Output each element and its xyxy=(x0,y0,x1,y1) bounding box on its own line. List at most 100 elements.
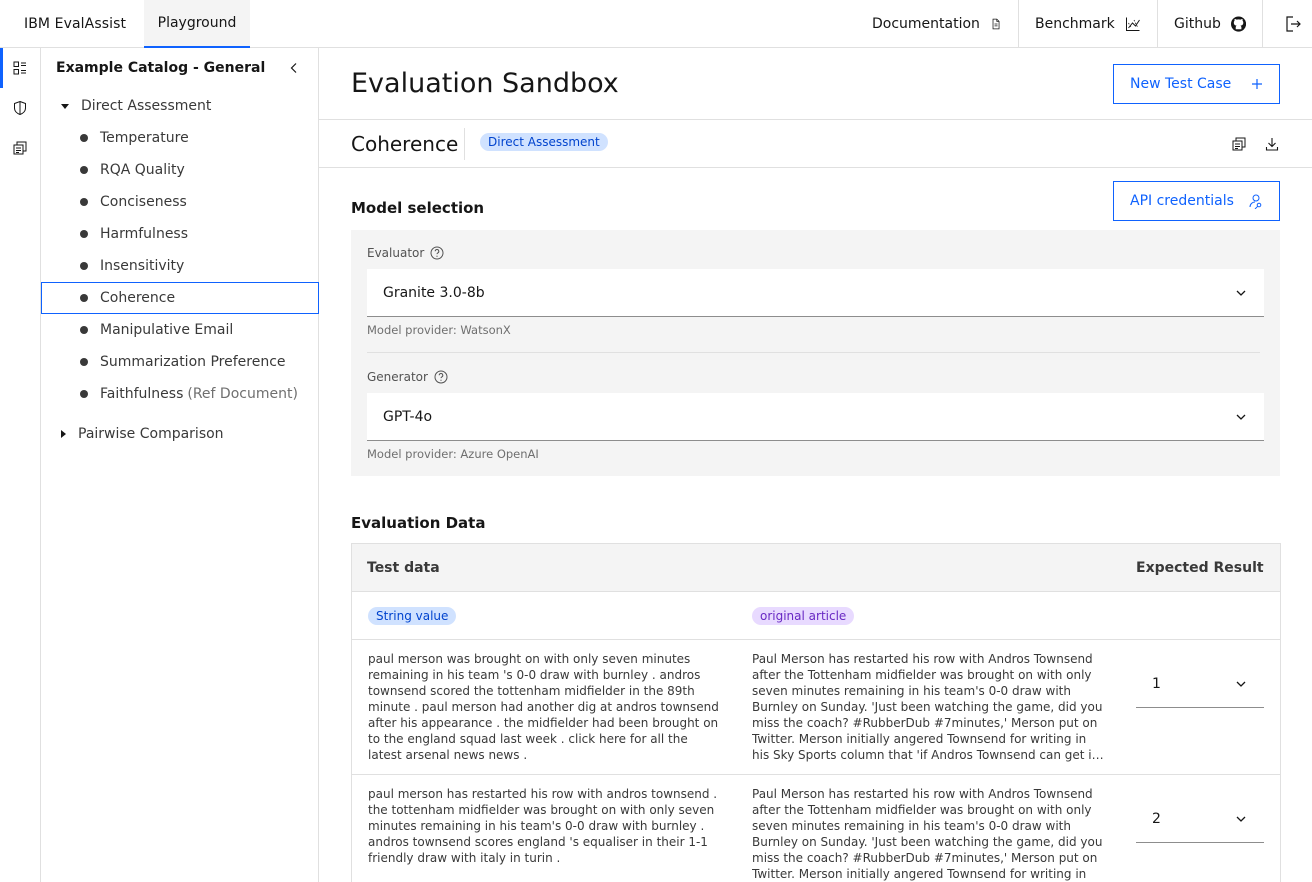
document-icon xyxy=(992,18,1000,30)
bullet-icon xyxy=(80,166,88,174)
catalog-item-label: Faithfulness xyxy=(100,386,184,402)
rail-catalog-button[interactable] xyxy=(0,48,40,88)
main-content: Evaluation Sandbox New Test Case Coheren… xyxy=(319,48,1312,882)
generator-label: Generator xyxy=(367,370,448,384)
group-label: Pairwise Comparison xyxy=(78,426,224,442)
caret-right-icon xyxy=(61,430,66,438)
response-cell[interactable]: paul merson was brought on with only sev… xyxy=(368,651,720,763)
evaluator-value: Granite 3.0-8b xyxy=(383,284,485,301)
divider xyxy=(319,119,1312,120)
table-row: paul merson was brought on with only sev… xyxy=(352,640,1280,775)
catalog-item-faithfulness[interactable]: Faithfulness (Ref Document) xyxy=(41,378,319,410)
variable-tag-article[interactable]: original article xyxy=(752,607,855,625)
bullet-icon xyxy=(80,358,88,366)
help-icon[interactable] xyxy=(434,370,448,384)
response-cell[interactable]: paul merson has restarted his row with a… xyxy=(368,786,720,866)
catalog-title: Example Catalog - General xyxy=(56,60,266,76)
evaluator-label: Evaluator xyxy=(367,246,444,260)
group-label: Direct Assessment xyxy=(81,98,212,114)
api-credentials-button[interactable]: API credentials xyxy=(1113,181,1280,221)
catalog-item-rqa-quality[interactable]: RQA Quality xyxy=(41,154,319,186)
table-row-variables: String value original article xyxy=(352,592,1280,640)
catalog-item-label: Temperature xyxy=(100,130,189,146)
github-icon xyxy=(1230,16,1246,32)
generator-select[interactable]: GPT-4o xyxy=(367,393,1264,441)
tab-playground[interactable]: Playground xyxy=(144,0,250,48)
catalog-item-insensitivity[interactable]: Insensitivity xyxy=(41,250,319,282)
divider xyxy=(319,167,1312,168)
model-selection-title: Model selection xyxy=(351,199,485,217)
new-test-case-button[interactable]: New Test Case xyxy=(1113,64,1280,104)
top-header: IBM EvalAssist Playground Documentation … xyxy=(0,0,1312,48)
documentation-label: Documentation xyxy=(872,16,980,32)
chart-line-icon xyxy=(1125,17,1140,31)
chevron-down-icon xyxy=(1236,681,1246,687)
generator-value: GPT-4o xyxy=(383,408,433,425)
table-header: Test data Expected Result xyxy=(352,544,1280,592)
caret-down-icon xyxy=(61,103,69,109)
rail-test-cases-button[interactable] xyxy=(0,128,40,168)
github-link[interactable]: Github xyxy=(1157,0,1262,48)
download-button[interactable] xyxy=(1264,136,1280,156)
logout-button[interactable] xyxy=(1262,0,1312,48)
evaluator-select[interactable]: Granite 3.0-8b xyxy=(367,269,1264,317)
catalog-item-label: RQA Quality xyxy=(100,162,185,178)
bullet-icon xyxy=(80,326,88,334)
bullet-icon xyxy=(80,230,88,238)
article-cell[interactable]: Paul Merson has restarted his row with A… xyxy=(752,786,1104,882)
catalog-item-label: Insensitivity xyxy=(100,258,185,274)
bullet-icon xyxy=(80,134,88,142)
chevron-left-icon xyxy=(290,63,297,73)
collapse-catalog-button[interactable] xyxy=(286,60,302,80)
rail-risks-button[interactable] xyxy=(0,88,40,128)
documentation-link[interactable]: Documentation xyxy=(856,0,1018,48)
github-label: Github xyxy=(1174,16,1221,32)
brand-name[interactable]: IBM EvalAssist xyxy=(24,16,126,32)
copy-icon xyxy=(1232,137,1246,151)
divider xyxy=(367,352,1260,353)
catalog-item-coherence[interactable]: Coherence xyxy=(41,282,319,314)
bullet-icon xyxy=(80,262,88,270)
group-direct-assessment[interactable]: Direct Assessment xyxy=(61,98,211,114)
group-pairwise-comparison[interactable]: Pairwise Comparison xyxy=(61,426,224,442)
model-selection-box: Evaluator Granite 3.0-8b Model provider:… xyxy=(351,230,1280,476)
expected-result-select[interactable]: 2 xyxy=(1136,795,1264,843)
copy-button[interactable] xyxy=(1231,136,1247,156)
catalog-item-label: Manipulative Email xyxy=(100,322,234,338)
chevron-down-icon xyxy=(1236,414,1246,420)
download-icon xyxy=(1265,138,1279,151)
bullet-icon xyxy=(80,198,88,206)
bullet-icon xyxy=(80,390,88,398)
example-catalog-panel: Example Catalog - General Direct Assessm… xyxy=(41,48,319,882)
catalog-item-manipulative-email[interactable]: Manipulative Email xyxy=(41,314,319,346)
bullet-icon xyxy=(80,294,88,302)
catalog-item-harmfulness[interactable]: Harmfulness xyxy=(41,218,319,250)
benchmark-label: Benchmark xyxy=(1035,16,1115,32)
generator-helper: Model provider: Azure OpenAI xyxy=(367,447,539,461)
benchmark-link[interactable]: Benchmark xyxy=(1018,0,1157,48)
chevron-down-icon xyxy=(1236,290,1246,296)
logout-icon xyxy=(1285,16,1301,32)
user-key-icon xyxy=(1249,194,1262,209)
article-cell[interactable]: Paul Merson has restarted his row with A… xyxy=(752,651,1104,763)
catalog-item-temperature[interactable]: Temperature xyxy=(41,122,319,154)
expected-result-select[interactable]: 1 xyxy=(1136,660,1264,708)
catalog-item-summarization-preference[interactable]: Summarization Preference xyxy=(41,346,319,378)
generator-label-text: Generator xyxy=(367,370,428,384)
left-rail xyxy=(0,48,41,882)
criteria-name: Coherence xyxy=(351,132,459,156)
table-row: paul merson has restarted his row with a… xyxy=(352,775,1280,882)
vertical-divider xyxy=(464,128,465,160)
evaluation-data-title: Evaluation Data xyxy=(351,514,486,532)
criteria-type-tag: Direct Assessment xyxy=(480,133,608,151)
chevron-down-icon xyxy=(1236,816,1246,822)
evaluator-label-text: Evaluator xyxy=(367,246,425,260)
evaluation-data-table: Test data Expected Result String value o… xyxy=(351,543,1281,882)
shield-icon xyxy=(14,100,26,116)
plus-icon xyxy=(1252,79,1262,89)
catalog-item-conciseness[interactable]: Conciseness xyxy=(41,186,319,218)
column-test-data: Test data xyxy=(367,560,440,576)
help-icon[interactable] xyxy=(430,246,444,260)
catalog-item-suffix: (Ref Document) xyxy=(187,386,298,402)
variable-tag-response[interactable]: String value xyxy=(368,607,457,625)
